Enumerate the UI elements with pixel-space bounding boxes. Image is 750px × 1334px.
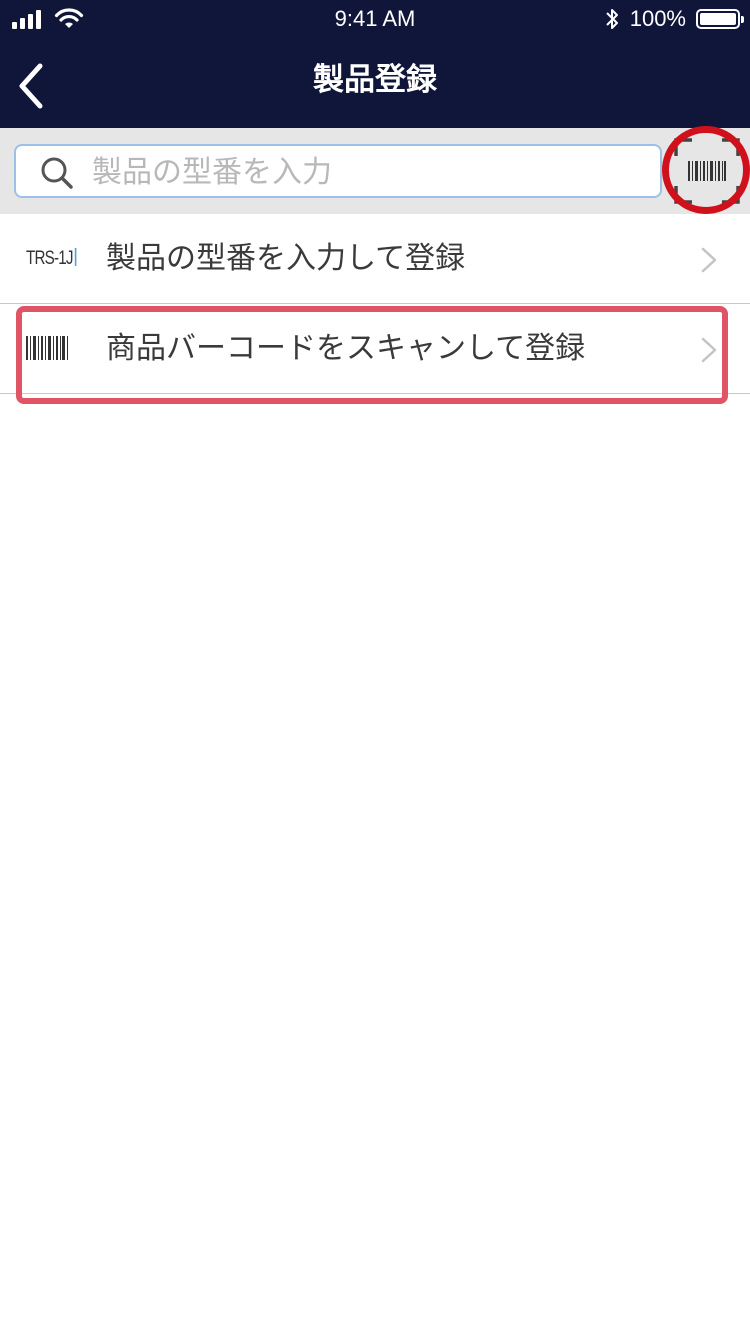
status-right: 100% <box>604 6 744 32</box>
registration-options-list: TRS-1J 製品の型番を入力して登録 商品バーコードをスキャンして登録 <box>0 214 750 394</box>
bluetooth-icon <box>606 9 618 29</box>
search-box[interactable] <box>14 144 662 198</box>
cursor-bar <box>75 248 77 266</box>
page-title: 製品登録 <box>313 62 437 98</box>
search-bar <box>0 128 750 214</box>
model-number-icon: TRS-1J <box>26 248 77 270</box>
barcode-scan-icon <box>674 138 740 204</box>
battery-fill <box>700 13 736 25</box>
search-icon <box>41 157 73 189</box>
battery-percent: 100% <box>629 6 686 31</box>
app-header: 9:41 AM 100% 製品登録 <box>0 0 750 128</box>
list-item-label: 商品バーコードをスキャンして登録 <box>106 331 586 366</box>
chevron-right-icon <box>701 337 717 363</box>
battery-tip <box>741 16 744 23</box>
battery-icon <box>696 9 744 29</box>
barcode-scan-button[interactable] <box>664 128 750 214</box>
list-item-scan-barcode[interactable]: 商品バーコードをスキャンして登録 <box>0 304 750 394</box>
list-item-label: 製品の型番を入力して登録 <box>106 241 466 276</box>
model-number-icon-text: TRS-1J <box>26 248 74 269</box>
list-item-enter-model[interactable]: TRS-1J 製品の型番を入力して登録 <box>0 214 750 304</box>
barcode-icon <box>26 336 68 360</box>
status-bar: 9:41 AM 100% <box>0 0 750 40</box>
chevron-right-icon <box>701 247 717 273</box>
search-input[interactable] <box>92 150 652 194</box>
